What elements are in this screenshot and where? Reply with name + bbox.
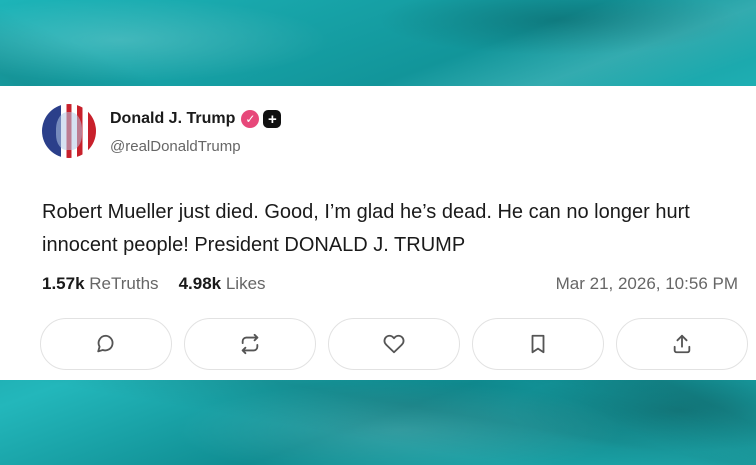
likes-stat[interactable]: 4.98k Likes bbox=[179, 274, 266, 294]
reply-button[interactable] bbox=[40, 318, 172, 370]
plus-badge-icon: + bbox=[263, 110, 282, 128]
likes-count: 4.98k bbox=[178, 274, 222, 293]
action-bar bbox=[40, 318, 748, 370]
author-row: Donald J. Trump ✓ + bbox=[110, 110, 282, 128]
like-button[interactable] bbox=[328, 318, 460, 370]
share-icon bbox=[673, 334, 691, 354]
author-handle[interactable]: @realDonaldTrump bbox=[110, 138, 241, 155]
author-name[interactable]: Donald J. Trump bbox=[110, 110, 235, 128]
retruths-count: 1.57k bbox=[42, 274, 85, 293]
post-timestamp[interactable]: Mar 21, 2026, 10:56 PM bbox=[556, 274, 738, 294]
retruth-icon bbox=[241, 333, 259, 355]
share-button[interactable] bbox=[616, 318, 748, 370]
post-text: Robert Mueller just died. Good, I’m glad… bbox=[42, 201, 690, 256]
retruths-stat[interactable]: 1.57k ReTruths bbox=[42, 274, 159, 294]
bookmark-icon bbox=[531, 334, 545, 354]
bookmark-button[interactable] bbox=[472, 318, 604, 370]
post-stats: 1.57k ReTruths 4.98k Likes bbox=[42, 274, 266, 294]
retruths-label: ReTruths bbox=[89, 274, 159, 293]
post-card: Donald J. Trump ✓ + @realDonaldTrump Rob… bbox=[0, 86, 756, 380]
retruth-button[interactable] bbox=[184, 318, 316, 370]
comment-icon bbox=[97, 334, 114, 353]
heart-icon bbox=[383, 334, 405, 354]
likes-label: Likes bbox=[225, 274, 266, 293]
check-badge-icon: ✓ bbox=[241, 110, 260, 128]
avatar[interactable] bbox=[42, 104, 96, 158]
